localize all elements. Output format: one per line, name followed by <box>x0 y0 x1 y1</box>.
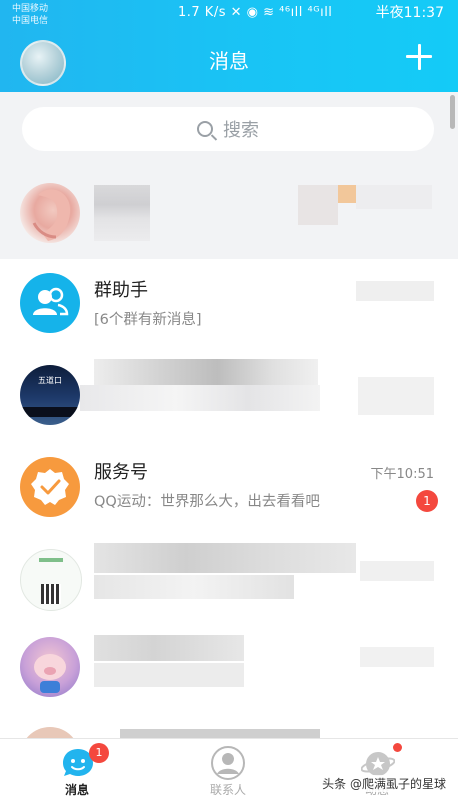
blurred-time <box>358 377 434 415</box>
tab-label: 消息 <box>64 783 89 797</box>
avatar-stripe <box>39 558 63 562</box>
plus-icon[interactable] <box>406 44 432 70</box>
tab-badge: 1 <box>89 743 109 763</box>
avatar <box>20 549 82 611</box>
conversation-row[interactable]: 服务号 QQ运动：世界那么大，出去看看吧 下午10:51 1 <box>0 443 458 535</box>
scrollbar[interactable] <box>450 95 455 129</box>
blurred-preview <box>94 575 294 599</box>
conversation-time: 下午10:51 <box>370 467 434 482</box>
unread-badge: 1 <box>416 490 438 512</box>
avatar <box>20 727 80 738</box>
conversation-row[interactable] <box>0 535 458 627</box>
blurred-time <box>298 185 338 225</box>
contacts-tab-icon <box>211 746 245 780</box>
status-time: 半夜11:37 <box>375 5 444 21</box>
search-placeholder: 搜索 <box>223 120 259 141</box>
avatar <box>20 457 80 517</box>
avatar <box>20 273 80 333</box>
notification-dot <box>393 743 402 752</box>
blurred-tile <box>338 185 356 203</box>
blurred-time <box>360 647 434 667</box>
conversation-row[interactable] <box>0 719 458 738</box>
blurred-tile <box>356 185 432 209</box>
avatar-text: 五道口 <box>38 376 62 385</box>
conversation-row[interactable]: 五道口 <box>0 351 458 443</box>
app-header: 中国移动 中国电信 1.7 K/s ✕ ◉ ≋ ⁴⁶ıll ⁴ᴳıll 半夜11… <box>0 0 458 92</box>
blurred-name <box>120 729 320 738</box>
conversation-preview: QQ运动：世界那么大，出去看看吧 <box>94 494 320 510</box>
blurred-preview <box>94 663 244 687</box>
carrier-2: 中国电信 <box>12 16 49 26</box>
blurred-name <box>94 635 244 661</box>
qr-icon <box>41 584 61 604</box>
conversation-preview: [6个群有新消息] <box>94 312 202 328</box>
group-helper-icon <box>33 287 69 316</box>
blurred-name <box>94 543 356 573</box>
blurred-time <box>360 561 434 581</box>
skyline <box>20 407 80 417</box>
blurred-name <box>94 359 318 385</box>
blurred-name <box>94 185 150 241</box>
service-badge-icon <box>31 469 69 505</box>
watermark: 头条 @爬满虱子的星球 <box>320 775 448 792</box>
pig-avatar-icon <box>34 654 66 693</box>
blurred-preview <box>80 385 320 411</box>
avatar-illustration <box>32 189 71 241</box>
avatar <box>20 183 80 243</box>
tab-messages[interactable]: 1 消息 <box>7 739 147 801</box>
blurred-time <box>356 281 434 301</box>
conversation-row[interactable] <box>0 627 458 719</box>
search-icon <box>197 121 213 137</box>
status-bar: 中国移动 中国电信 1.7 K/s ✕ ◉ ≋ ⁴⁶ıll ⁴ᴳıll 半夜11… <box>0 0 458 30</box>
tab-label: 联系人 <box>209 783 246 797</box>
carrier-info: 中国移动 中国电信 <box>12 3 48 27</box>
conversation-name: 服务号 <box>94 462 148 483</box>
page-title: 消息 <box>209 49 249 73</box>
conversation-name: 群助手 <box>94 280 148 301</box>
avatar: 五道口 <box>20 365 80 425</box>
avatar <box>20 637 80 697</box>
carrier-1: 中国移动 <box>12 4 49 14</box>
tab-contacts[interactable]: 联系人 <box>158 739 298 801</box>
conversation-row[interactable] <box>0 167 458 259</box>
search-area: 搜索 <box>0 92 458 167</box>
search-input[interactable]: 搜索 <box>22 107 434 151</box>
conversation-row[interactable]: 群助手 [6个群有新消息] <box>0 259 458 351</box>
system-icons: 1.7 K/s ✕ ◉ ≋ ⁴⁶ıll ⁴ᴳıll <box>178 5 333 20</box>
